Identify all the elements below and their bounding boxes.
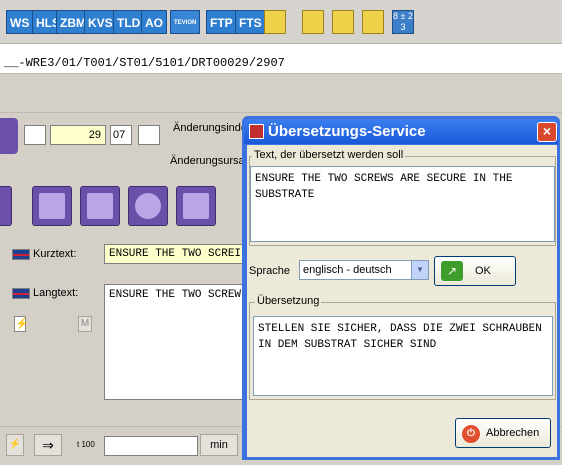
cancel-label: Abbrechen — [486, 427, 540, 439]
aenderungsindex-label: Änderungsinde — [173, 122, 248, 134]
document-path: __-WRE3/01/T001/ST01/5101/DRT00029/2907 — [4, 56, 285, 70]
document-icon[interactable] — [32, 186, 72, 226]
printer-icon[interactable] — [362, 10, 384, 34]
ws-button[interactable]: WS — [6, 10, 34, 34]
kurztext-label: Kurztext: — [33, 248, 77, 260]
index-checkbox-field[interactable] — [24, 125, 46, 145]
ok-label: OK — [475, 265, 491, 277]
nut-icon[interactable] — [128, 186, 168, 226]
translation-textarea[interactable]: STELLEN SIE SICHER, DASS DIE ZWEI SCHRAU… — [253, 316, 553, 396]
langtext-label: Langtext: — [33, 287, 79, 299]
tevion-button[interactable]: TEVION — [170, 10, 201, 34]
uk-flag-icon — [12, 249, 30, 260]
index-subfield[interactable]: 07 — [110, 125, 132, 145]
translation-group-label: Übersetzung — [255, 295, 322, 307]
globe-icon[interactable] — [332, 10, 354, 34]
kurztext-field[interactable]: ENSURE THE TWO SCREI — [104, 244, 244, 264]
time-field[interactable] — [104, 436, 198, 456]
source-group-label: Text, der übersetzt werden soll — [252, 149, 406, 161]
language-select-value: englisch - deutsch — [303, 264, 392, 276]
arrow-icon: ↗ — [441, 261, 463, 281]
arrow-right-icon[interactable]: ⇒ — [34, 434, 62, 456]
toolbar: WS HLS ZBM KVS TLD AO TEVION FTP FTS 8 ±… — [0, 0, 562, 44]
empty-strip — [0, 75, 562, 113]
time-label: t 100 — [77, 440, 95, 449]
index-field[interactable]: 29 — [50, 125, 106, 145]
numpad-icon[interactable]: 8 ± 2 3 — [392, 10, 414, 34]
calculator-icon[interactable] — [302, 10, 324, 34]
ftp-button[interactable]: FTP — [206, 10, 237, 34]
cancel-button[interactable]: ⏻ Abbrechen — [455, 418, 551, 448]
ok-button[interactable]: ↗ OK — [434, 256, 516, 286]
wrench-icon[interactable] — [176, 186, 216, 226]
chevron-down-icon[interactable]: ▼ — [411, 261, 428, 279]
uk-flag-icon — [12, 288, 30, 299]
dialog-title: Übersetzungs-Service — [268, 123, 426, 140]
power-icon: ⏻ — [462, 425, 480, 443]
kvs-button[interactable]: KVS — [84, 10, 117, 34]
index-value: 29 — [88, 129, 101, 141]
copy-icon[interactable] — [264, 10, 286, 34]
hand-icon[interactable] — [80, 186, 120, 226]
aenderungsursache-label: Änderungsursa — [170, 155, 245, 167]
index-extra-field[interactable] — [138, 125, 160, 145]
m-button[interactable]: M — [78, 316, 92, 332]
app-icon — [249, 124, 264, 139]
back-icon[interactable] — [0, 186, 12, 226]
ao-button[interactable]: AO — [141, 10, 167, 34]
language-label: Sprache — [249, 265, 290, 277]
index-subvalue: 07 — [113, 129, 126, 141]
tld-button[interactable]: TLD — [113, 10, 145, 34]
min-button[interactable]: min — [200, 434, 238, 456]
lightning-icon[interactable]: ⚡ — [14, 316, 29, 332]
close-icon[interactable]: × — [537, 122, 557, 142]
lightning-icon[interactable]: ⚡ — [6, 434, 24, 456]
fts-button[interactable]: FTS — [235, 10, 266, 34]
source-textarea[interactable]: ENSURE THE TWO SCREWS ARE SECURE IN THE … — [250, 166, 555, 242]
langtext-field[interactable]: ENSURE THE TWO SCREW — [104, 284, 244, 400]
status-icon[interactable] — [0, 118, 18, 154]
